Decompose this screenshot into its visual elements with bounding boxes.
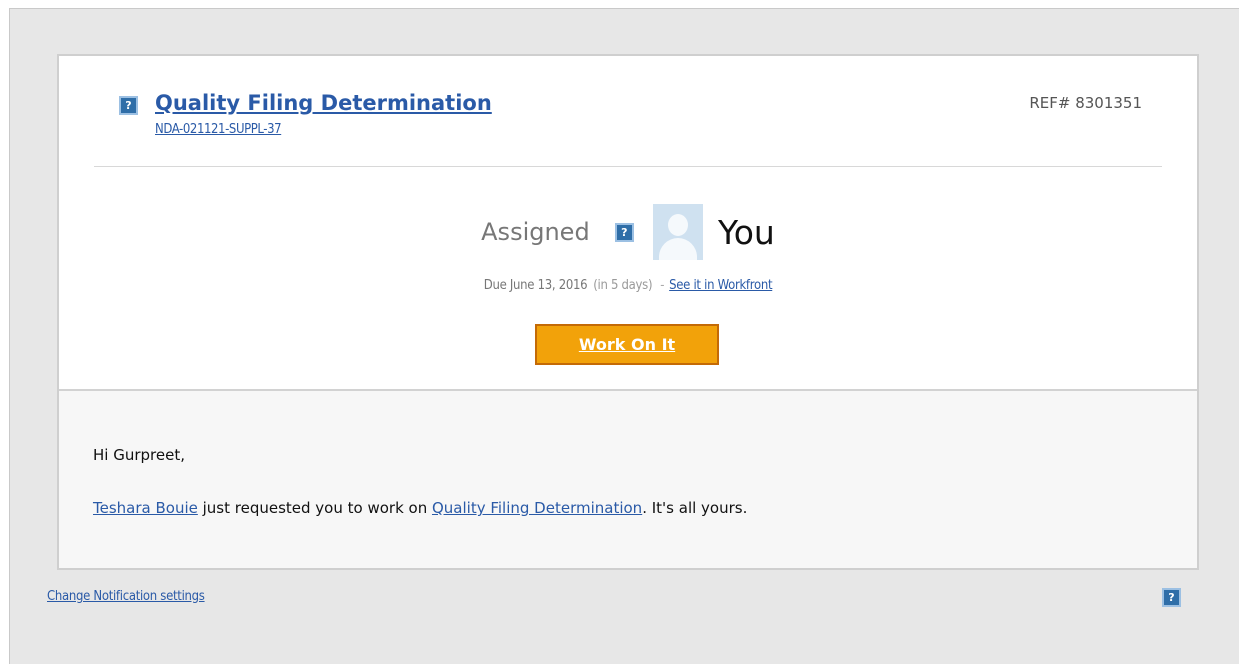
task-title-link[interactable]: Quality Filing Determination — [155, 91, 492, 115]
assigned-label: Assigned — [481, 218, 590, 246]
message-body: Teshara Bouie just requested you to work… — [93, 499, 747, 517]
assignment-help-question-icon[interactable]: ? — [614, 222, 634, 242]
separator: - — [660, 278, 665, 293]
assignee-name: You — [717, 212, 775, 252]
days-remaining-text: (in 5 days) — [593, 278, 653, 293]
card-header-section: ? Quality Filing Determination NDA-02112… — [59, 56, 1197, 391]
project-reference-link[interactable]: NDA-021121-SUPPL-37 — [155, 122, 282, 137]
change-notification-settings-link[interactable]: Change Notification settings — [47, 589, 205, 604]
task-link[interactable]: Quality Filing Determination — [432, 499, 642, 517]
footer-help-question-icon[interactable]: ? — [1162, 588, 1181, 607]
greeting-text: Hi Gurpreet, — [93, 446, 185, 464]
help-question-icon[interactable]: ? — [119, 96, 138, 115]
due-date-text: Due June 13, 2016 — [483, 278, 588, 293]
message-end-text: . It's all yours. — [642, 499, 748, 517]
assignment-row: Assigned ? You — [59, 204, 1197, 260]
due-date-row: Due June 13, 2016 (in 5 days) - See it in W… — [59, 278, 1197, 293]
requester-link[interactable]: Teshara Bouie — [93, 499, 198, 517]
header-divider — [94, 166, 1162, 167]
user-avatar-icon — [652, 204, 703, 260]
work-on-it-button[interactable]: Work On It — [535, 324, 719, 365]
notification-card: ? Quality Filing Determination NDA-02112… — [57, 54, 1199, 570]
see-in-workfront-link[interactable]: See it in Workfront — [669, 278, 772, 293]
message-middle-text: just requested you to work on — [197, 499, 432, 517]
reference-number: REF# 8301351 — [1029, 94, 1142, 112]
email-background: ? Quality Filing Determination NDA-02112… — [9, 8, 1239, 664]
